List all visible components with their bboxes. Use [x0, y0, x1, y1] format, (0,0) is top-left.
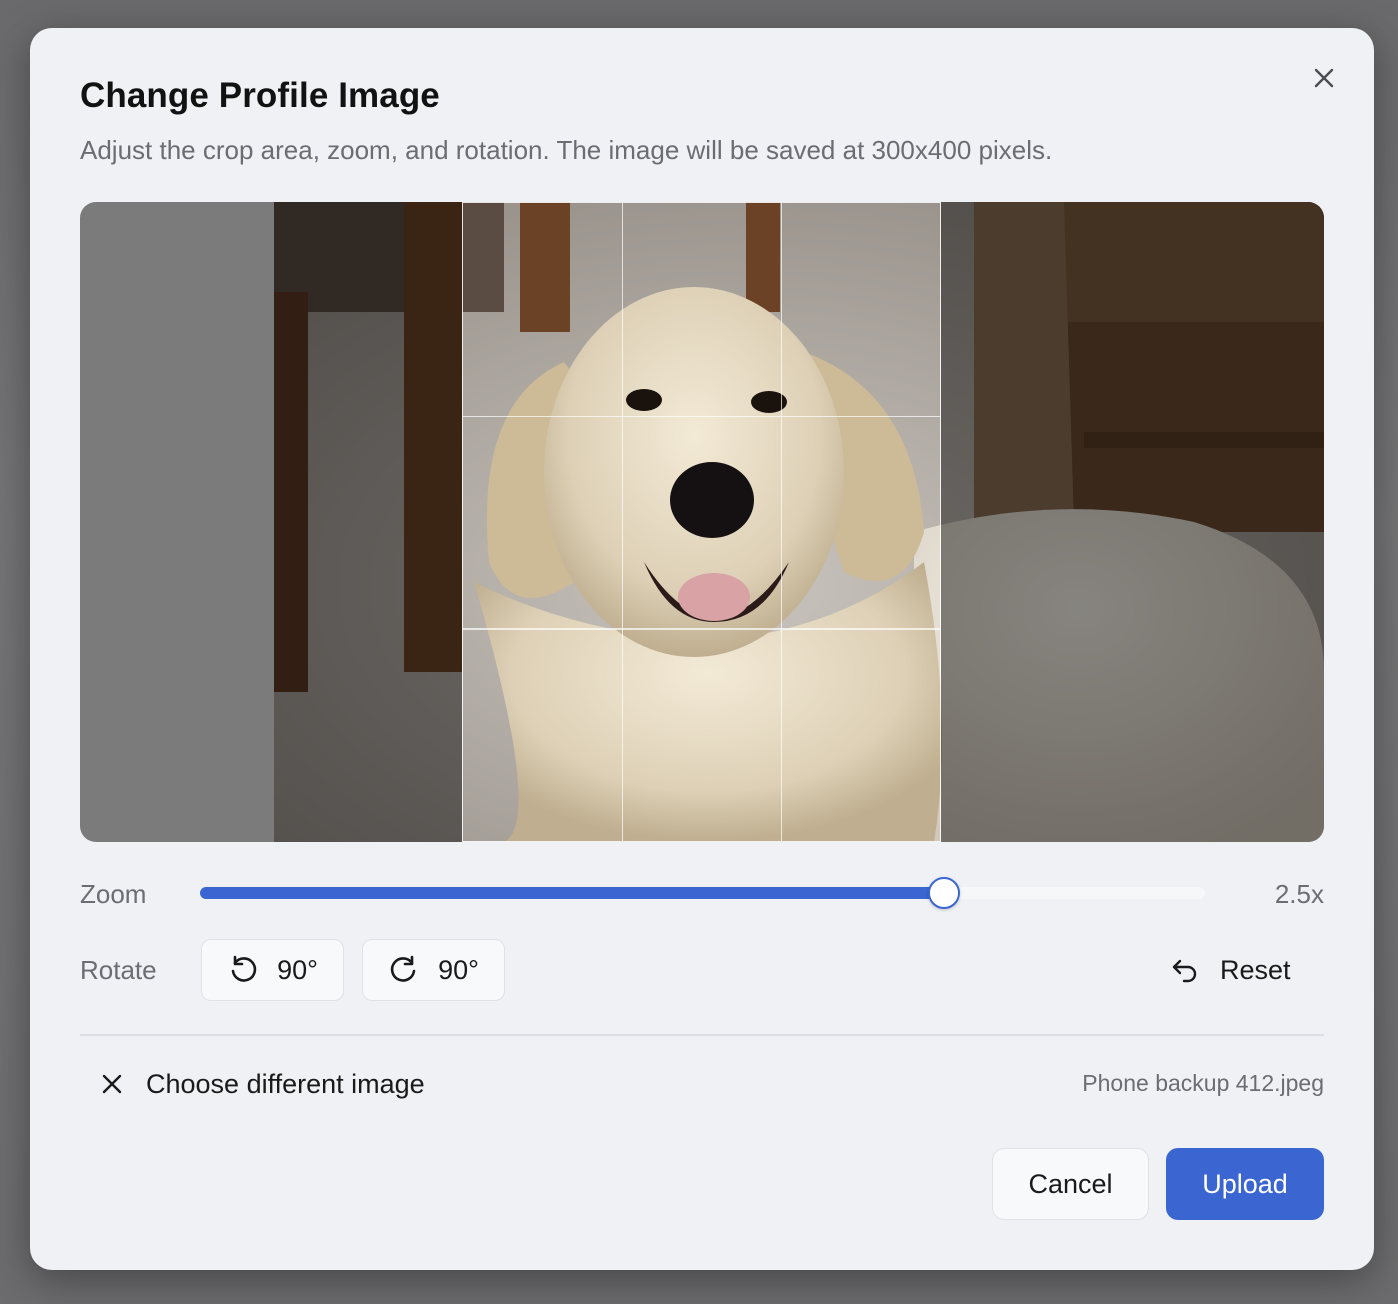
reset-label: Reset: [1220, 954, 1291, 985]
dialog-subtitle: Adjust the crop area, zoom, and rotation…: [80, 135, 1053, 165]
crop-selection-box[interactable]: [462, 202, 941, 842]
zoom-slider-fill: [200, 887, 944, 899]
section-divider: [80, 1034, 1324, 1036]
crop-mask-left: [274, 202, 462, 842]
crop-grid-line: [463, 415, 940, 418]
rotate-right-label: 90°: [438, 954, 479, 985]
cancel-button[interactable]: Cancel: [992, 1148, 1149, 1220]
choose-different-image-label: Choose different image: [146, 1068, 425, 1099]
upload-button[interactable]: Upload: [1166, 1148, 1324, 1220]
zoom-slider[interactable]: [200, 877, 1205, 909]
rotate-right-button[interactable]: 90°: [362, 939, 505, 1001]
rotate-ccw-icon: [231, 955, 257, 982]
rotate-label: Rotate: [80, 955, 157, 985]
x-icon: [102, 1074, 122, 1094]
close-icon: [1314, 68, 1334, 88]
zoom-slider-thumb[interactable]: [927, 877, 960, 909]
crop-grid-line: [463, 628, 940, 630]
undo-icon: [1172, 959, 1197, 983]
dialog-title: Change Profile Image: [80, 76, 440, 115]
crop-grid-line: [621, 203, 624, 841]
zoom-label: Zoom: [80, 879, 147, 909]
file-name: Phone backup 412.jpeg: [1082, 1070, 1324, 1096]
rotate-cw-icon: [390, 955, 416, 982]
reset-button[interactable]: Reset: [1170, 941, 1291, 999]
change-profile-image-dialog: Change Profile Image Adjust the crop are…: [30, 28, 1374, 1270]
crop-grid-line: [780, 203, 783, 841]
rotate-left-label: 90°: [277, 954, 318, 985]
choose-different-image-button[interactable]: Choose different image: [100, 1062, 425, 1106]
crop-area[interactable]: [80, 202, 1324, 842]
zoom-value: 2.5x: [1274, 879, 1324, 909]
close-button[interactable]: [1308, 62, 1340, 94]
crop-mask-right: [941, 202, 1324, 842]
rotate-left-button[interactable]: 90°: [201, 939, 344, 1001]
